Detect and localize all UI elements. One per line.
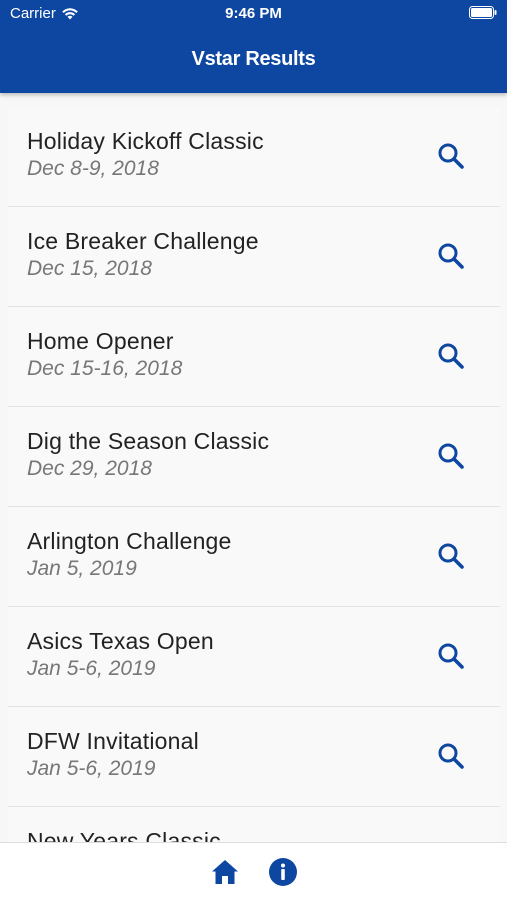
search-icon[interactable] — [436, 441, 466, 471]
bottom-tab-bar — [0, 842, 507, 901]
event-date: Jan 5-6, 2019 — [27, 757, 156, 780]
event-row[interactable]: New Years Classic — [8, 807, 500, 842]
event-name: Holiday Kickoff Classic — [27, 128, 264, 154]
event-name: Asics Texas Open — [27, 628, 214, 654]
event-date: Dec 8-9, 2018 — [27, 157, 159, 180]
event-row[interactable]: Asics Texas Open Jan 5-6, 2019 — [8, 607, 500, 707]
event-row[interactable]: Arlington Challenge Jan 5, 2019 — [8, 507, 500, 607]
search-icon[interactable] — [436, 741, 466, 771]
search-icon[interactable] — [436, 341, 466, 371]
status-time: 9:46 PM — [225, 5, 282, 22]
page-title: Vstar Results — [191, 48, 316, 70]
status-bar: Carrier 9:46 PM — [0, 0, 507, 28]
event-date: Dec 15, 2018 — [27, 257, 152, 280]
event-date: Dec 15-16, 2018 — [27, 357, 183, 380]
event-row[interactable]: Ice Breaker Challenge Dec 15, 2018 — [8, 207, 500, 307]
event-date: Dec 29, 2018 — [27, 457, 152, 480]
home-icon[interactable] — [211, 859, 239, 885]
battery-icon — [469, 6, 497, 19]
event-date: Jan 5, 2019 — [27, 557, 137, 580]
search-icon[interactable] — [436, 541, 466, 571]
event-name: Ice Breaker Challenge — [27, 228, 259, 254]
event-row[interactable]: Home Opener Dec 15-16, 2018 — [8, 307, 500, 407]
event-row[interactable]: Dig the Season Classic Dec 29, 2018 — [8, 407, 500, 507]
event-row[interactable]: Holiday Kickoff Classic Dec 8-9, 2018 — [8, 107, 500, 207]
event-name: Arlington Challenge — [27, 528, 232, 554]
event-name: New Years Classic — [27, 828, 221, 842]
event-date: Jan 5-6, 2019 — [27, 657, 156, 680]
search-icon[interactable] — [436, 641, 466, 671]
event-name: Home Opener — [27, 328, 174, 354]
event-name: DFW Invitational — [27, 728, 199, 754]
event-list[interactable]: Holiday Kickoff Classic Dec 8-9, 2018 Ic… — [8, 107, 500, 842]
search-icon[interactable] — [436, 141, 466, 171]
search-icon[interactable] — [436, 241, 466, 271]
info-icon[interactable] — [268, 857, 298, 887]
event-name: Dig the Season Classic — [27, 428, 270, 454]
event-row[interactable]: DFW Invitational Jan 5-6, 2019 — [8, 707, 500, 807]
app-header: Carrier 9:46 PM Vstar Results — [0, 0, 507, 93]
